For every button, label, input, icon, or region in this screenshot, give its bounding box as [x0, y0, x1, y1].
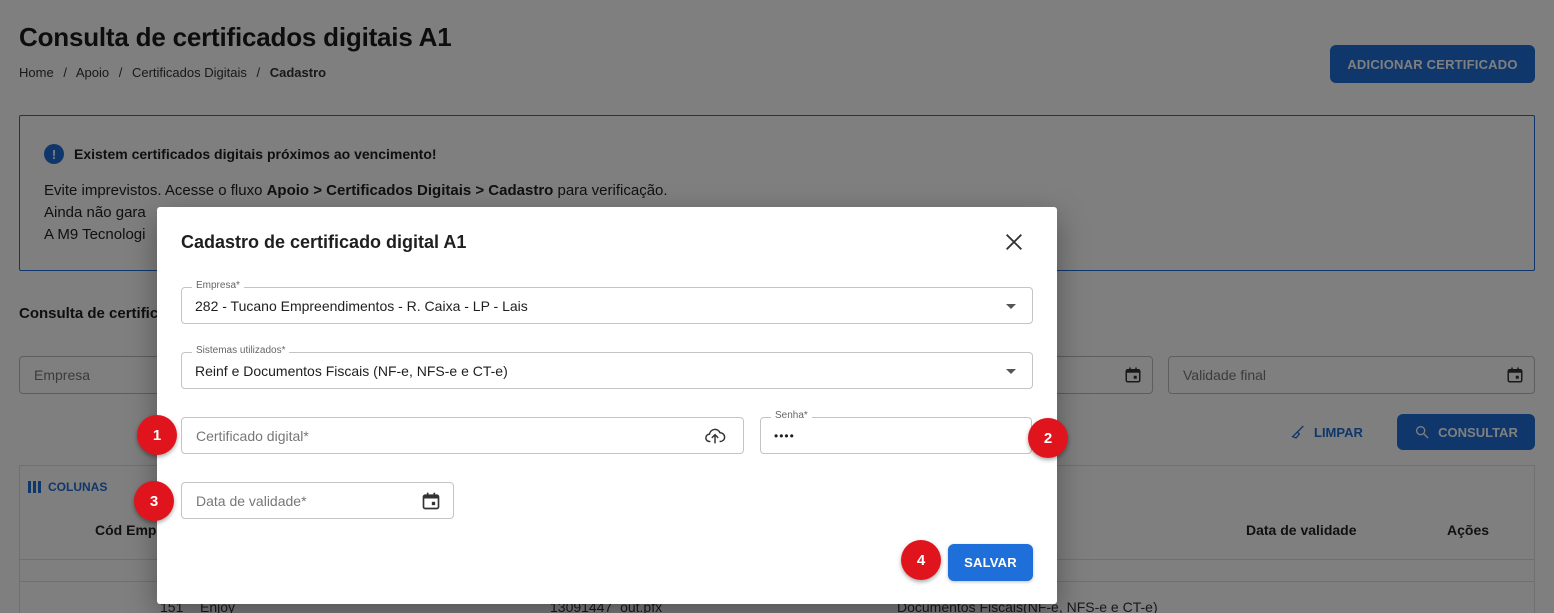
modal-title: Cadastro de certificado digital A1 — [181, 232, 467, 252]
step-marker-2: 2 — [1028, 418, 1068, 458]
empresa-value: 282 - Tucano Empreendimentos - R. Caixa … — [195, 298, 528, 314]
empresa-select[interactable]: Empresa* 282 - Tucano Empreendimentos - … — [181, 280, 1033, 324]
save-button[interactable]: SALVAR — [948, 544, 1033, 581]
step-marker-3: 3 — [134, 481, 174, 521]
password-label: Senha* — [771, 410, 812, 421]
cloud-upload-icon[interactable] — [703, 425, 727, 447]
close-icon[interactable] — [1003, 231, 1025, 253]
sistemas-value: Reinf e Documentos Fiscais (NF-e, NFS-e … — [195, 363, 508, 379]
empresa-label: Empresa* — [192, 280, 244, 291]
validity-date-placeholder: Data de validade* — [196, 493, 307, 509]
step-marker-4: 4 — [901, 540, 941, 580]
password-field[interactable]: Senha* •••• — [760, 410, 1032, 454]
validity-date-input[interactable]: Data de validade* — [181, 482, 454, 519]
sistemas-label: Sistemas utilizados* — [192, 345, 290, 356]
dropdown-arrow-icon[interactable] — [1006, 369, 1016, 374]
dropdown-arrow-icon[interactable] — [1006, 304, 1016, 309]
step-marker-1: 1 — [137, 415, 177, 455]
calendar-icon[interactable] — [421, 491, 441, 511]
password-value: •••• — [774, 429, 795, 443]
certificate-file-input[interactable]: Certificado digital* — [181, 417, 744, 454]
certificate-placeholder: Certificado digital* — [196, 428, 309, 444]
sistemas-select[interactable]: Sistemas utilizados* Reinf e Documentos … — [181, 345, 1033, 389]
